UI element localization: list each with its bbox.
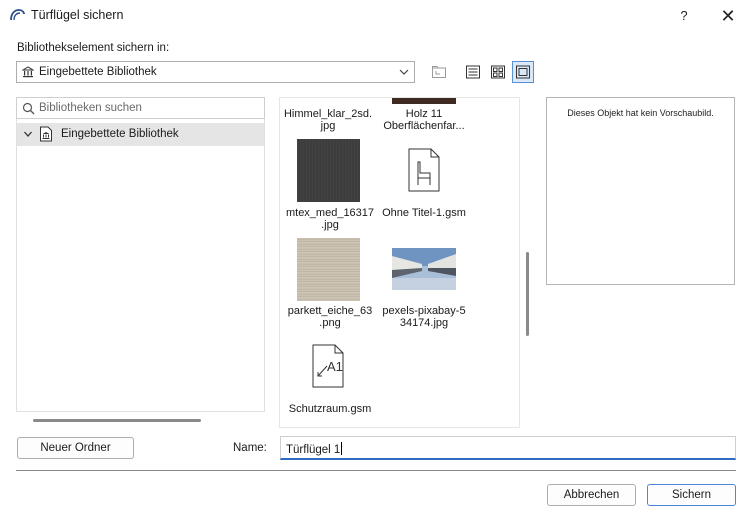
chevron-down-icon[interactable] [23,129,33,139]
title-bar: Türflügel sichern ? ✕ [0,0,752,32]
horizontal-scrollbar[interactable] [33,419,201,422]
new-folder-icon [432,66,446,78]
library-select[interactable]: Eingebettete Bibliothek [16,61,415,83]
vertical-scrollbar[interactable] [526,252,529,336]
file-name-line1: Holz 11 [405,108,443,120]
file-item-parkett[interactable]: parkett_eiche_63 .png [282,305,378,329]
file-name-line1: mtex_med_16317 [285,207,375,219]
search-placeholder: Bibliotheken suchen [39,102,142,114]
svg-text:A1: A1 [327,359,343,374]
preview-view-button[interactable] [512,61,534,83]
file-name-line1: Schutzraum.gsm [288,403,372,415]
window-title: Türflügel sichern [31,8,124,22]
save-location-label: Bibliothekselement sichern in: [17,42,170,54]
file-item-ohne-titel[interactable]: Ohne Titel-1.gsm [378,207,470,219]
file-name-line2: 34174.jpg [399,317,449,329]
text-caret [341,442,343,455]
preview-panel: Dieses Objekt hat kein Vorschaubild. [546,97,735,285]
preview-view-icon [516,65,530,79]
library-icon [22,66,34,78]
name-value-text: Türflügel 1 [286,444,341,456]
file-name-line1: parkett_eiche_63 [287,305,373,317]
footer-divider [16,470,736,471]
file-item-himmel[interactable]: Himmel_klar_2sd. jpg [282,108,374,132]
list-view-button[interactable] [462,61,484,83]
new-folder-text-button[interactable]: Neuer Ordner [17,437,134,459]
name-label: Name: [233,442,267,454]
icon-view-icon [491,65,505,79]
icon-view-button[interactable] [487,61,509,83]
library-search-input[interactable]: Bibliotheken suchen [16,97,265,119]
file-item-mtex[interactable]: mtex_med_16317 .jpg [282,207,378,231]
file-name-line2: jpg [320,120,336,132]
preview-message: Dieses Objekt hat kein Vorschaubild. [567,108,714,118]
close-button[interactable]: ✕ [712,4,744,28]
library-document-icon [40,126,52,142]
file-name-line2: Oberflächenfar... [383,120,465,132]
tree-item-embedded-library[interactable]: Eingebettete Bibliothek [17,123,264,146]
save-button[interactable]: Sichern [647,484,736,506]
tree-item-label: Eingebettete Bibliothek [61,128,179,140]
file-name-line2: .png [319,317,341,329]
name-input[interactable]: Türflügel 1 [280,436,736,460]
file-name-line1: Himmel_klar_2sd. [283,108,373,120]
library-select-value: Eingebettete Bibliothek [39,66,157,78]
archicad-logo-icon [10,9,25,21]
help-button[interactable]: ? [670,4,698,28]
file-name-line1: Ohne Titel-1.gsm [382,207,466,219]
new-folder-button[interactable] [428,61,450,83]
wood-texture-thumbnail [392,98,456,104]
chevron-down-icon [399,69,409,75]
library-tree: Eingebettete Bibliothek [16,119,265,412]
file-item-holz[interactable]: Holz 11 Oberflächenfar... [378,108,470,132]
file-grid: Himmel_klar_2sd. jpg Holz 11 Oberflächen… [279,97,520,428]
list-view-icon [466,65,480,79]
file-name-line1: pexels-pixabay-5 [382,305,466,317]
name-input-value: Türflügel 1 [286,442,343,456]
file-item-pexels[interactable]: pexels-pixabay-5 34174.jpg [378,305,470,329]
file-name-line2: .jpg [321,219,339,231]
fabric-texture-thumbnail [297,139,360,202]
building-photo-thumbnail [392,248,456,290]
chair-document-icon [408,148,440,192]
cancel-button[interactable]: Abbrechen [547,484,636,506]
file-item-schutzraum[interactable]: Schutzraum.gsm [282,403,378,415]
search-icon [22,102,35,115]
a1-document-icon: A1 [312,344,344,388]
parquet-texture-thumbnail [297,238,360,301]
